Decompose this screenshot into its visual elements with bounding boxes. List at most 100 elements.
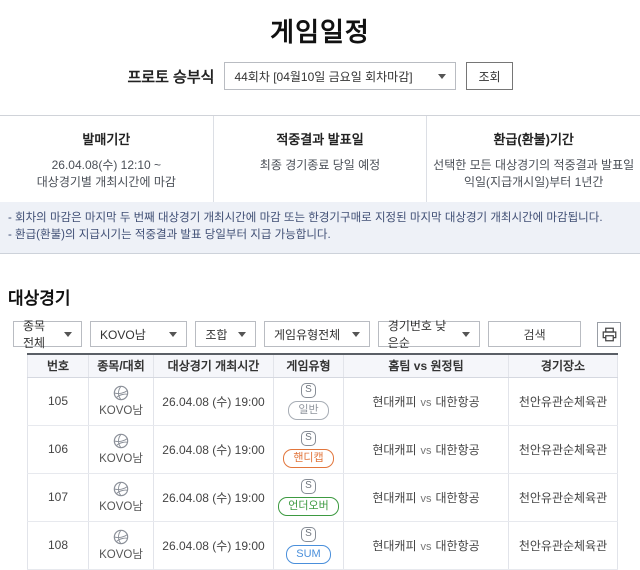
table-row: 107 KOVO남 26.04.08 (수) 19:00 S 언더오버 현대캐피… xyxy=(27,473,618,522)
info-col-text: 최종 경기종료 당일 예정 xyxy=(259,158,381,172)
cell-venue: 천안유관순체육관 xyxy=(508,377,618,426)
round-select-value: 44회차 [04월10일 금요일 회차마감] xyxy=(234,69,413,84)
info-col-sale-period: 발매기간 26.04.08(수) 12:10 ~ 대상경기별 개최시간에 마감 xyxy=(0,116,213,202)
volleyball-icon xyxy=(113,481,129,496)
filter-league-select[interactable]: KOVO남 xyxy=(90,321,188,347)
cell-venue: 천안유관순체육관 xyxy=(508,521,618,570)
volleyball-icon xyxy=(113,529,129,544)
search-button[interactable]: 검색 xyxy=(487,321,582,347)
cell-game-number: 108 xyxy=(27,521,89,570)
filter-sort-select[interactable]: 경기번호 낮은순 xyxy=(377,319,480,350)
info-col-text: 대상경기별 개최시간에 마감 xyxy=(36,175,176,189)
table-row: 106 KOVO남 26.04.08 (수) 19:00 S 핸디캡 현대캐피 v… xyxy=(27,425,618,474)
cell-game-type: S 일반 xyxy=(274,382,343,420)
away-team: 대한항공 xyxy=(435,442,480,457)
chevron-down-icon xyxy=(169,331,178,337)
filter-sort-value: 경기번호 낮은순 xyxy=(387,319,447,350)
cell-game-type: S 핸디캡 xyxy=(274,430,343,468)
cell-match: 현대캐피 vs 대한항공 xyxy=(343,473,509,522)
table-header-row: 번호 종목/대회 대상경기 개최시간 게임유형 홈팀 vs 원정팀 경기장소 xyxy=(27,354,618,378)
chevron-down-icon xyxy=(64,331,73,337)
page-title: 게임일정 xyxy=(270,17,370,47)
table-row: 105 KOVO남 26.04.08 (수) 19:00 S 일반 현대캐피 vs… xyxy=(27,377,618,426)
chevron-down-icon xyxy=(351,331,360,337)
cell-time: 26.04.08 (수) 19:00 xyxy=(153,473,274,522)
game-type-badge: 일반 xyxy=(288,400,329,420)
info-col-title: 환급(환불)기간 xyxy=(493,132,574,147)
header-time: 대상경기 개최시간 xyxy=(153,354,274,378)
printer-icon xyxy=(602,327,617,341)
note-line: - 회차의 마감은 마지막 두 번째 대상경기 개최시간에 마감 또는 한경기구… xyxy=(8,212,603,224)
single-game-icon: S xyxy=(301,526,316,542)
home-team: 현대캐피 xyxy=(372,394,417,409)
section-title-target-games: 대상경기 xyxy=(8,289,71,308)
home-team: 현대캐피 xyxy=(372,490,417,505)
info-col-refund-period: 환급(환불)기간 선택한 모든 대상경기의 적중결과 발표일 익일(지급개시일)… xyxy=(426,116,640,202)
header-type: 게임유형 xyxy=(273,354,344,378)
cell-game-type: S SUM xyxy=(274,526,343,564)
header-venue: 경기장소 xyxy=(508,354,618,378)
header-league: 종목/대회 xyxy=(88,354,154,378)
chevron-down-icon xyxy=(438,73,447,79)
cell-time: 26.04.08 (수) 19:00 xyxy=(153,377,274,426)
round-select[interactable]: 44회차 [04월10일 금요일 회차마감] xyxy=(224,62,457,90)
cell-venue: 천안유관순체육관 xyxy=(508,473,618,522)
print-button[interactable] xyxy=(597,321,622,347)
volleyball-icon xyxy=(113,433,129,448)
game-type-badge: 언더오버 xyxy=(278,496,339,516)
info-columns: 발매기간 26.04.08(수) 12:10 ~ 대상경기별 개최시간에 마감 … xyxy=(0,115,640,202)
cell-match: 현대캐피 vs 대한항공 xyxy=(343,377,509,426)
info-col-text: 26.04.08(수) 12:10 ~ xyxy=(51,158,162,172)
info-col-text: 익일(지급개시일)부터 1년간 xyxy=(463,175,604,189)
info-col-result-date: 적중결과 발표일 최종 경기종료 당일 예정 xyxy=(212,116,427,202)
single-game-icon: S xyxy=(301,478,316,494)
cell-game-type: S 언더오버 xyxy=(274,478,343,516)
info-col-title: 적중결과 발표일 xyxy=(276,132,364,147)
cell-league: KOVO남 xyxy=(89,385,153,418)
cell-time: 26.04.08 (수) 19:00 xyxy=(153,521,274,570)
filter-combo-value: 조합 xyxy=(205,327,228,342)
cell-game-number: 106 xyxy=(27,425,89,474)
cell-league: KOVO남 xyxy=(89,529,153,562)
header-match: 홈팀 vs 원정팀 xyxy=(343,354,509,378)
single-game-icon: S xyxy=(301,430,316,446)
notes-box: - 회차의 마감은 마지막 두 번째 대상경기 개최시간에 마감 또는 한경기구… xyxy=(0,202,640,254)
filter-row: 종목전체 KOVO남 조합 게임유형전체 경기번호 낮은순 검색 xyxy=(13,319,632,350)
filter-game-type-value: 게임유형전체 xyxy=(273,327,341,342)
header-no: 번호 xyxy=(27,354,89,378)
filter-sport-select[interactable]: 종목전체 xyxy=(13,319,83,350)
cell-match: 현대캐피 vs 대한항공 xyxy=(343,521,509,570)
game-schedule-page: 게임일정 프로토 승부식 44회차 [04월10일 금요일 회차마감] 조회 발… xyxy=(0,0,640,570)
info-col-title: 발매기간 xyxy=(82,132,131,147)
cell-game-number: 105 xyxy=(27,377,89,426)
vs-label: vs xyxy=(420,492,432,505)
home-team: 현대캐피 xyxy=(372,538,417,553)
note-line: - 환급(환불)의 지급시기는 적중결과 발표 당일부터 지급 가능합니다. xyxy=(8,229,331,241)
game-type-badge: SUM xyxy=(286,544,331,564)
filter-sport-value: 종목전체 xyxy=(23,319,46,350)
away-team: 대한항공 xyxy=(435,394,480,409)
away-team: 대한항공 xyxy=(435,538,480,553)
game-type-badge: 핸디캡 xyxy=(283,448,334,468)
vs-label: vs xyxy=(420,540,432,553)
home-team: 현대캐피 xyxy=(372,442,417,457)
cell-league: KOVO남 xyxy=(89,481,153,514)
cell-league: KOVO남 xyxy=(89,433,153,466)
cell-game-number: 107 xyxy=(27,473,89,522)
filter-combo-select[interactable]: 조합 xyxy=(195,321,256,347)
round-search-button[interactable]: 조회 xyxy=(466,62,513,90)
table-row: 108 KOVO남 26.04.08 (수) 19:00 S SUM 현대캐피 v… xyxy=(27,521,618,570)
filter-game-type-select[interactable]: 게임유형전체 xyxy=(263,321,370,347)
volleyball-icon xyxy=(113,385,129,400)
info-col-text: 선택한 모든 대상경기의 적중결과 발표일 xyxy=(433,158,635,172)
vs-label: vs xyxy=(420,396,432,409)
single-game-icon: S xyxy=(301,382,316,398)
round-selector-row: 프로토 승부식 44회차 [04월10일 금요일 회차마감] 조회 xyxy=(0,61,640,91)
cell-time: 26.04.08 (수) 19:00 xyxy=(153,425,274,474)
away-team: 대한항공 xyxy=(435,490,480,505)
cell-match: 현대캐피 vs 대한항공 xyxy=(343,425,509,474)
cell-venue: 천안유관순체육관 xyxy=(508,425,618,474)
vs-label: vs xyxy=(420,444,432,457)
filter-league-value: KOVO남 xyxy=(100,327,146,342)
games-table: 번호 종목/대회 대상경기 개최시간 게임유형 홈팀 vs 원정팀 경기장소 1… xyxy=(27,353,618,570)
